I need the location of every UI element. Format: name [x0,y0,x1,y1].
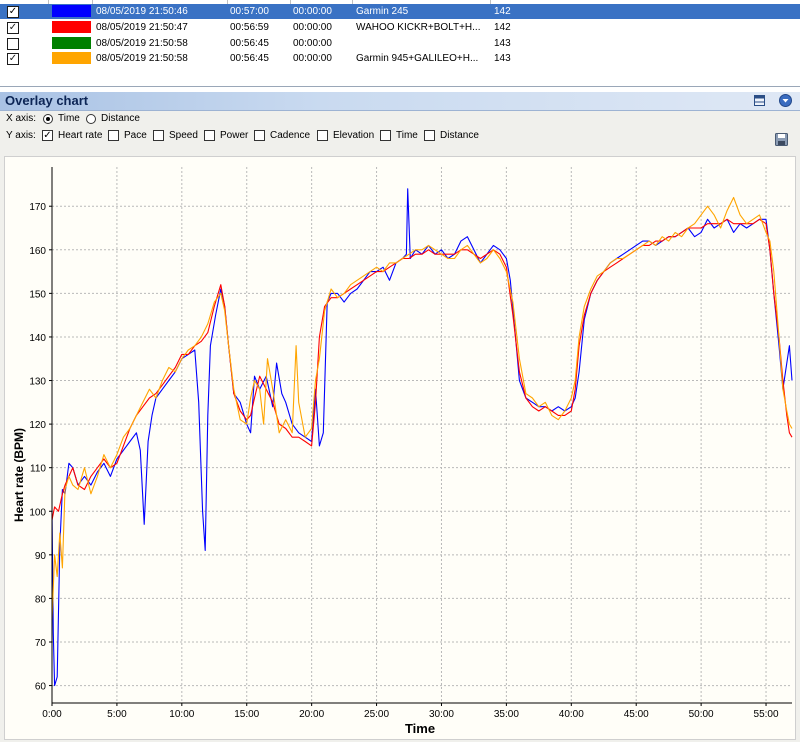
row-duration: 00:57:00 [230,6,269,17]
x-tick-label: 20:00 [299,709,324,720]
row-color-swatch[interactable] [52,52,91,64]
row-checkbox[interactable]: ✓ [7,6,19,18]
row-color-swatch[interactable] [52,21,91,33]
table-row[interactable]: ✓ 08/05/2019 21:50:58 00:56:45 00:00:00 Garm… [0,51,800,66]
x-tick-label: 35:00 [494,709,519,720]
panel-title: Overlay chart [5,93,89,108]
series-line-2 [51,196,793,621]
row-color-swatch[interactable] [52,5,91,17]
row-value: 143 [494,38,511,49]
x-axis-time-radio[interactable] [43,114,53,124]
row-duration: 00:56:45 [230,53,269,64]
x-tick-label: 5:00 [107,709,127,720]
y-tick-label: 130 [29,377,46,388]
y-elevation-checkbox[interactable] [317,130,328,141]
row-value: 143 [494,53,511,64]
row-start-time: 08/05/2019 21:50:47 [96,22,188,33]
table-row[interactable]: ✓ 08/05/2019 21:50:46 00:57:00 00:00:00 Garm… [0,4,800,19]
row-start-time: 08/05/2019 21:50:58 [96,38,188,49]
y-heart-rate-label[interactable]: Heart rate [58,128,102,144]
row-start-time: 08/05/2019 21:50:58 [96,53,188,64]
x-tick-label: 15:00 [234,709,259,720]
y-tick-label: 160 [29,246,46,257]
y-speed-checkbox[interactable] [153,130,164,141]
y-tick-label: 150 [29,289,46,300]
row-device: WAHOO KICKR+BOLT+H... [356,22,481,33]
panel-header: Overlay chart [0,92,800,111]
x-tick-label: 40:00 [559,709,584,720]
y-cadence-checkbox[interactable] [254,130,265,141]
y-cadence-label[interactable]: Cadence [270,128,310,144]
y-speed-label[interactable]: Speed [169,128,198,144]
save-icon[interactable] [775,133,788,146]
row-checkbox[interactable]: ✓ [7,22,19,34]
y-pace-label[interactable]: Pace [124,128,147,144]
series-line-0 [51,188,793,687]
row-offset: 00:00:00 [293,22,332,33]
y-pace-checkbox[interactable] [108,130,119,141]
y-power-checkbox[interactable] [204,130,215,141]
y-tick-label: 80 [35,594,47,605]
chart-canvas: 60 70 80 90 100 110 120 130 140 150 160 170 0:00 5:00… [12,167,793,736]
y-axis-label: Y axis: [6,130,36,141]
series-line-1 [51,218,793,521]
y-heart-rate-checkbox[interactable]: ✓ [42,130,53,141]
activity-table: ✓ 08/05/2019 21:50:46 00:57:00 00:00:00 Garm… [0,0,800,87]
x-axis-distance-radio[interactable] [86,114,96,124]
y-distance-label[interactable]: Distance [440,128,479,144]
y-tick-label: 100 [29,507,46,518]
row-start-time: 08/05/2019 21:50:46 [96,6,188,17]
row-duration: 00:56:45 [230,38,269,49]
x-tick-label: 10:00 [169,709,194,720]
y-tick-label: 120 [29,420,46,431]
x-tick-label: 55:00 [754,709,779,720]
y-tick-label: 170 [29,202,46,213]
x-tick-label: 45:00 [624,709,649,720]
y-power-label[interactable]: Power [220,128,248,144]
y-elevation-label[interactable]: Elevation [333,128,374,144]
y-time-checkbox[interactable] [380,130,391,141]
x-axis-distance-label[interactable]: Distance [101,111,140,127]
row-device [356,36,488,51]
x-axis-time-label[interactable]: Time [58,111,80,127]
row-offset: 00:00:00 [293,6,332,17]
y-tick-label: 70 [35,638,47,649]
x-tick-label: 0:00 [42,709,62,720]
x-axis-title: Time [405,721,435,736]
overlay-chart-panel: Overlay chart X axis: Time Distance Y ax… [0,92,800,742]
y-distance-checkbox[interactable] [424,130,435,141]
row-device: Garmin 945+GALILEO+H... [356,53,479,64]
row-value: 142 [494,22,511,33]
row-duration: 00:56:59 [230,22,269,33]
row-offset: 00:00:00 [293,38,332,49]
table-row[interactable]: ✓ 08/05/2019 21:50:47 00:56:59 00:00:00 WAHO… [0,20,800,35]
row-color-swatch[interactable] [52,37,91,49]
x-axis-label: X axis: [6,113,37,124]
maximize-icon[interactable] [754,95,765,106]
y-tick-label: 110 [30,464,46,475]
x-tick-label: 50:00 [689,709,714,720]
y-time-label[interactable]: Time [396,128,418,144]
y-tick-label: 60 [35,682,47,693]
row-checkbox[interactable]: ✓ [7,53,19,65]
row-value: 142 [494,6,511,17]
row-offset: 00:00:00 [293,53,332,64]
x-tick-label: 30:00 [429,709,454,720]
table-row[interactable]: 08/05/2019 21:50:58 00:56:45 00:00:00 143 [0,36,800,51]
heart-rate-chart: 60 70 80 90 100 110 120 130 140 150 160 170 0:00 5:00… [4,156,796,740]
y-axis-title: Heart rate (BPM) [12,428,26,522]
row-checkbox[interactable] [7,38,19,50]
x-tick-label: 25:00 [364,709,389,720]
y-tick-label: 90 [35,551,47,562]
chevron-down-icon[interactable] [779,94,792,107]
row-device: Garmin 245 [356,6,409,17]
y-tick-label: 140 [29,333,46,344]
